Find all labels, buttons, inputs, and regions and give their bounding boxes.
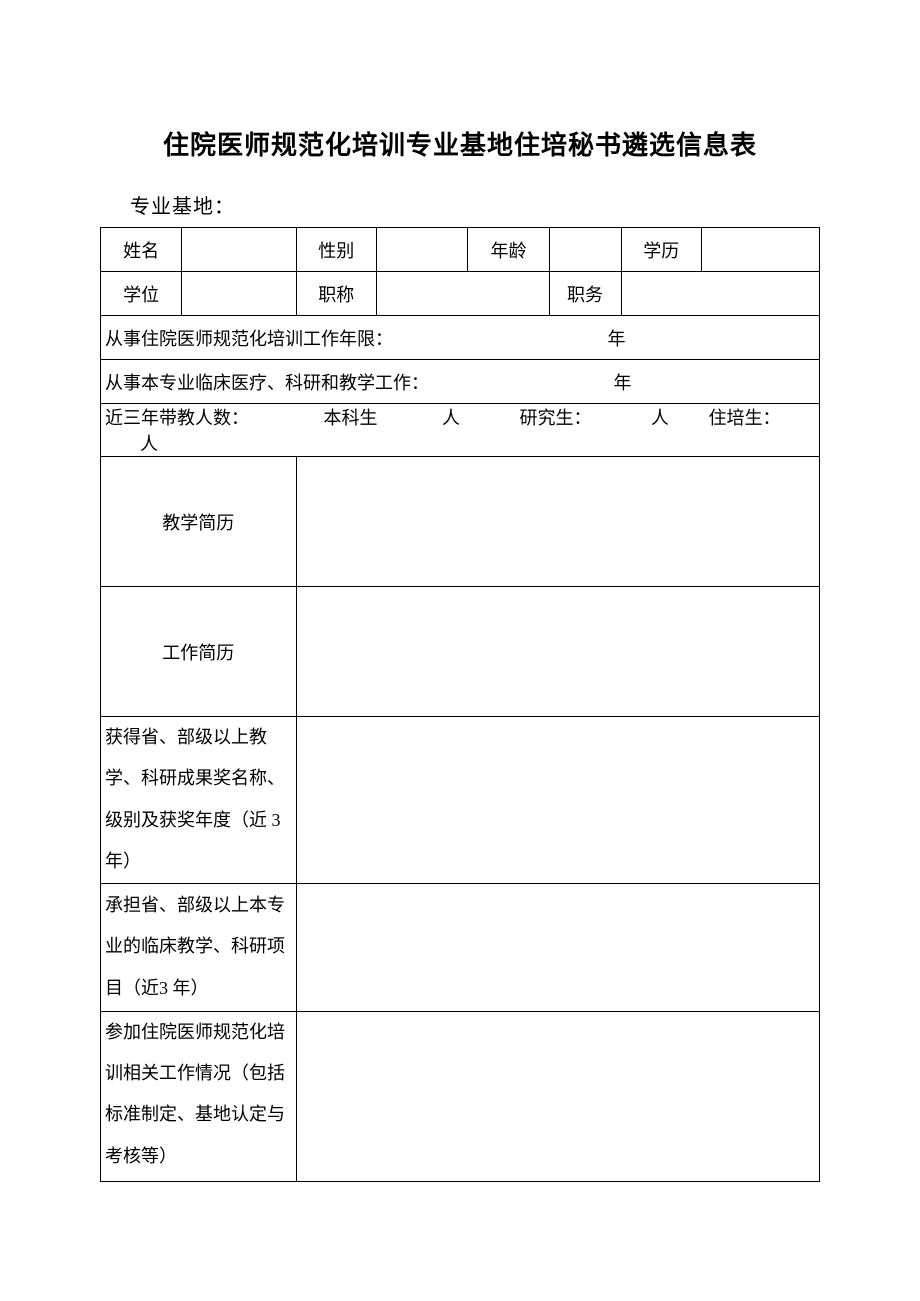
row-projects: 承担省、部级以上本专业的临床教学、科研项目（近3 年） [101, 883, 820, 1011]
row-train-years: 从事住院医师规范化培训工作年限： 年 [101, 316, 820, 360]
row-teach-resume: 教学简历 [101, 457, 820, 587]
label-trainee: 住培生： [709, 404, 781, 430]
label-undergrad: 本科生 [324, 404, 378, 430]
label-train-years: 从事住院医师规范化培训工作年限： [105, 325, 393, 351]
row-basic-2: 学位 职称 职务 [101, 272, 820, 316]
value-protitle[interactable] [377, 272, 550, 316]
label-awards: 获得省、部级以上教学、科研成果奖名称、级别及获奖年度（近 3 年） [101, 717, 297, 884]
cell-teach-count[interactable]: 近三年带教人数： 本科生 人 研究生： 人 住培生： 人 [101, 404, 820, 457]
label-name: 姓名 [101, 228, 182, 272]
label-teach-count: 近三年带教人数： [105, 404, 249, 430]
value-education[interactable] [702, 228, 820, 272]
value-teach-resume[interactable] [296, 457, 819, 587]
cell-clinical-years[interactable]: 从事本专业临床医疗、科研和教学工作： 年 [101, 360, 820, 404]
year-unit-1: 年 [608, 325, 626, 351]
value-position[interactable] [621, 272, 820, 316]
value-age[interactable] [549, 228, 621, 272]
year-unit-2: 年 [614, 369, 632, 395]
label-protitle: 职称 [296, 272, 377, 316]
value-projects[interactable] [296, 883, 819, 1011]
label-position: 职务 [549, 272, 621, 316]
label-degree: 学位 [101, 272, 182, 316]
form-page: 住院医师规范化培训专业基地住培秘书遴选信息表 专业基地： 姓名 性别 年龄 学历… [0, 0, 920, 1182]
label-education: 学历 [621, 228, 702, 272]
label-gender: 性别 [296, 228, 377, 272]
unit-trainee: 人 [140, 430, 158, 456]
label-grad: 研究生： [520, 404, 592, 430]
base-label: 专业基地： [100, 190, 820, 219]
row-awards: 获得省、部级以上教学、科研成果奖名称、级别及获奖年度（近 3 年） [101, 717, 820, 884]
value-awards[interactable] [296, 717, 819, 884]
value-gender[interactable] [377, 228, 468, 272]
value-degree[interactable] [182, 272, 296, 316]
cell-train-years[interactable]: 从事住院医师规范化培训工作年限： 年 [101, 316, 820, 360]
row-work-resume: 工作简历 [101, 587, 820, 717]
label-projects: 承担省、部级以上本专业的临床教学、科研项目（近3 年） [101, 883, 297, 1011]
value-name[interactable] [182, 228, 296, 272]
row-teach-count: 近三年带教人数： 本科生 人 研究生： 人 住培生： 人 [101, 404, 820, 457]
value-work-resume[interactable] [296, 587, 819, 717]
label-work-resume: 工作简历 [101, 587, 297, 717]
row-participation: 参加住院医师规范化培训相关工作情况（包括标准制定、基地认定与考核等） [101, 1011, 820, 1182]
page-title: 住院医师规范化培训专业基地住培秘书遴选信息表 [100, 125, 820, 162]
value-participation[interactable] [296, 1011, 819, 1182]
unit-grad: 人 [651, 404, 669, 430]
info-table: 姓名 性别 年龄 学历 学位 职称 职务 从事住院医师规范化培训工作年限： 年 [100, 227, 820, 1182]
unit-undergrad: 人 [442, 404, 460, 430]
row-clinical-years: 从事本专业临床医疗、科研和教学工作： 年 [101, 360, 820, 404]
label-teach-resume: 教学简历 [101, 457, 297, 587]
label-participation: 参加住院医师规范化培训相关工作情况（包括标准制定、基地认定与考核等） [101, 1011, 297, 1182]
label-age: 年龄 [468, 228, 549, 272]
row-basic-1: 姓名 性别 年龄 学历 [101, 228, 820, 272]
label-clinical-years: 从事本专业临床医疗、科研和教学工作： [105, 369, 429, 395]
